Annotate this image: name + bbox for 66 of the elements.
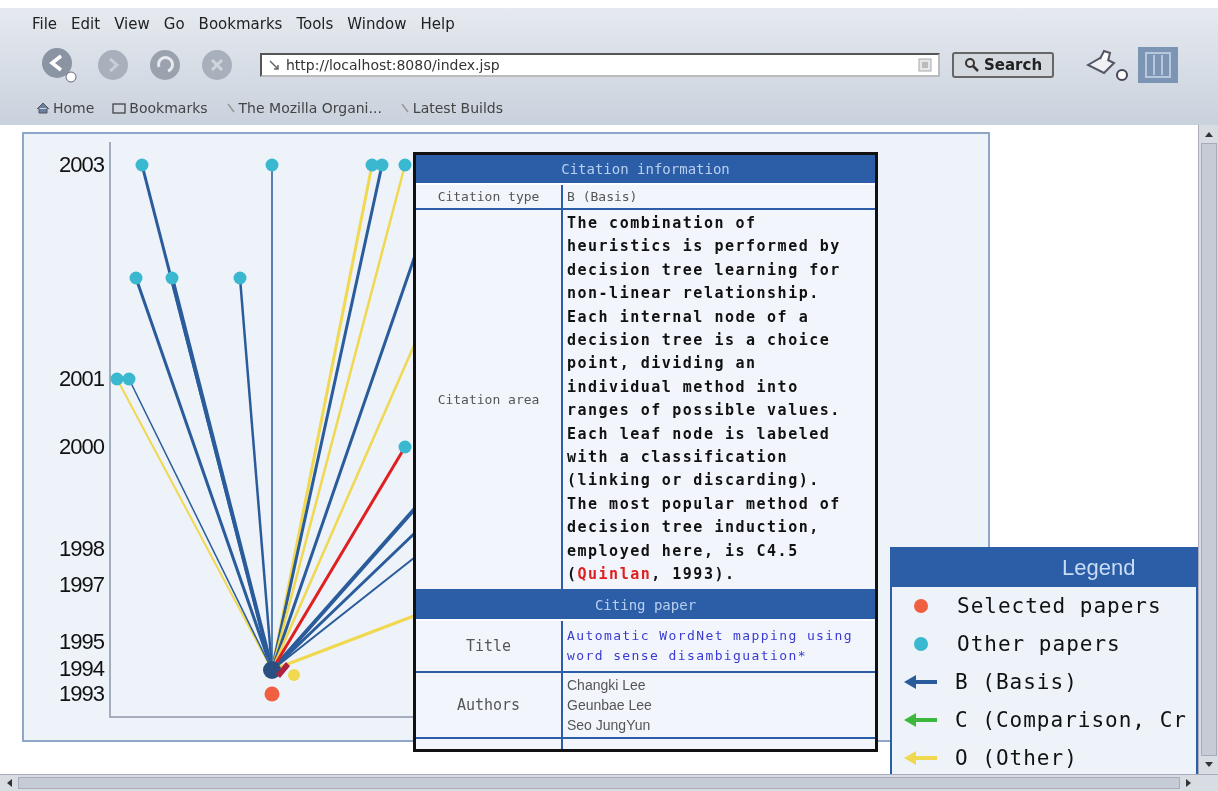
bookmark-item[interactable]: Home [36,99,95,116]
selected-paper-node[interactable] [264,686,280,702]
paper-node[interactable] [265,158,279,172]
paper-node[interactable] [233,271,247,285]
bookmark-item[interactable]: Bookmarks [112,99,208,116]
menu-item[interactable]: View [114,15,150,33]
author-name: Seo JungYun [567,715,651,735]
paper-node[interactable] [122,372,136,386]
legend-label: B (Basis) [955,670,1078,694]
paper-node[interactable] [135,158,149,172]
author-name: Geunbae Lee [567,695,652,715]
paper-node[interactable] [375,158,389,172]
hub-node-cluster [263,661,300,681]
menu-item[interactable]: Edit [71,15,101,33]
address-field[interactable]: http://localhost:8080/index.jsp [260,53,940,77]
legend-label: O (Other) [955,746,1078,770]
field-label: Title [416,620,563,671]
menu-item[interactable]: Bookmarks [198,15,283,33]
link-icon [225,101,236,114]
popup-header: Citation information [416,155,875,185]
menu-item[interactable]: Help [420,15,455,33]
popup-header: Citing paper [416,590,875,621]
year-label: 1994 [59,655,104,683]
horizontal-scrollbar[interactable] [0,774,1218,791]
forward-icon[interactable] [96,48,130,82]
search-button[interactable]: Search [952,52,1055,78]
search-icon [964,57,980,73]
paper-node[interactable] [398,440,412,454]
legend-label: Selected papers [957,594,1162,618]
author-name: Changki Lee [567,675,646,695]
year-label: 2003 [59,151,104,179]
field-label: Citation area [416,210,563,589]
link-icon [399,101,410,114]
reference-link[interactable]: Quinlan [577,565,652,584]
citation-text: The combination of heuristics is performed by decision tree learning for non-linear relationship. Each internal node of a decision tree is a choice point, dividing an individual method into ranges of possible values. Each leaf node is labeled with a classification (linking or discarding). The most popular method of decision tree induction, employed here, is C4.5 (Quinlan, 1993). [567,213,842,586]
vertical-scrollbar[interactable] [1198,125,1218,774]
year-label: 2000 [59,433,104,461]
menu-item[interactable]: Window [347,15,407,33]
year-label: 1993 [59,680,104,708]
window-icon[interactable] [1138,47,1179,83]
stop-icon[interactable] [200,48,234,82]
legend-title: Legend [1062,555,1136,581]
bookmark-item[interactable]: Latest Builds [399,99,503,116]
menu-item[interactable]: Tools [296,15,334,33]
legend-label: C (Comparison, Cr [955,708,1187,732]
field-label: Authors [416,672,563,737]
paper-node[interactable] [110,372,124,386]
paper-node[interactable] [129,271,143,285]
year-label: 1997 [59,571,104,599]
paper-node[interactable] [165,271,179,285]
paper-title-link[interactable]: Automatic WordNet mapping using word sense disambiguation* [567,625,871,666]
home-icon [36,101,50,114]
year-label: 2001 [59,365,104,393]
menu-item[interactable]: Go [163,15,185,33]
bookmark-item[interactable]: The Mozilla Organi... [225,99,382,116]
bookmark-page-icon[interactable] [918,58,932,72]
year-label: 1995 [59,628,104,656]
paper-node[interactable] [398,158,412,172]
menu-item[interactable]: File [32,15,58,33]
folder-icon [112,101,127,114]
legend-label: Other papers [957,632,1121,656]
field-value: B (Basis) [566,188,639,206]
year-label: 1998 [59,535,104,563]
back-icon[interactable] [40,46,78,84]
field-label: Citation type [416,185,563,208]
reload-icon[interactable] [148,48,182,82]
